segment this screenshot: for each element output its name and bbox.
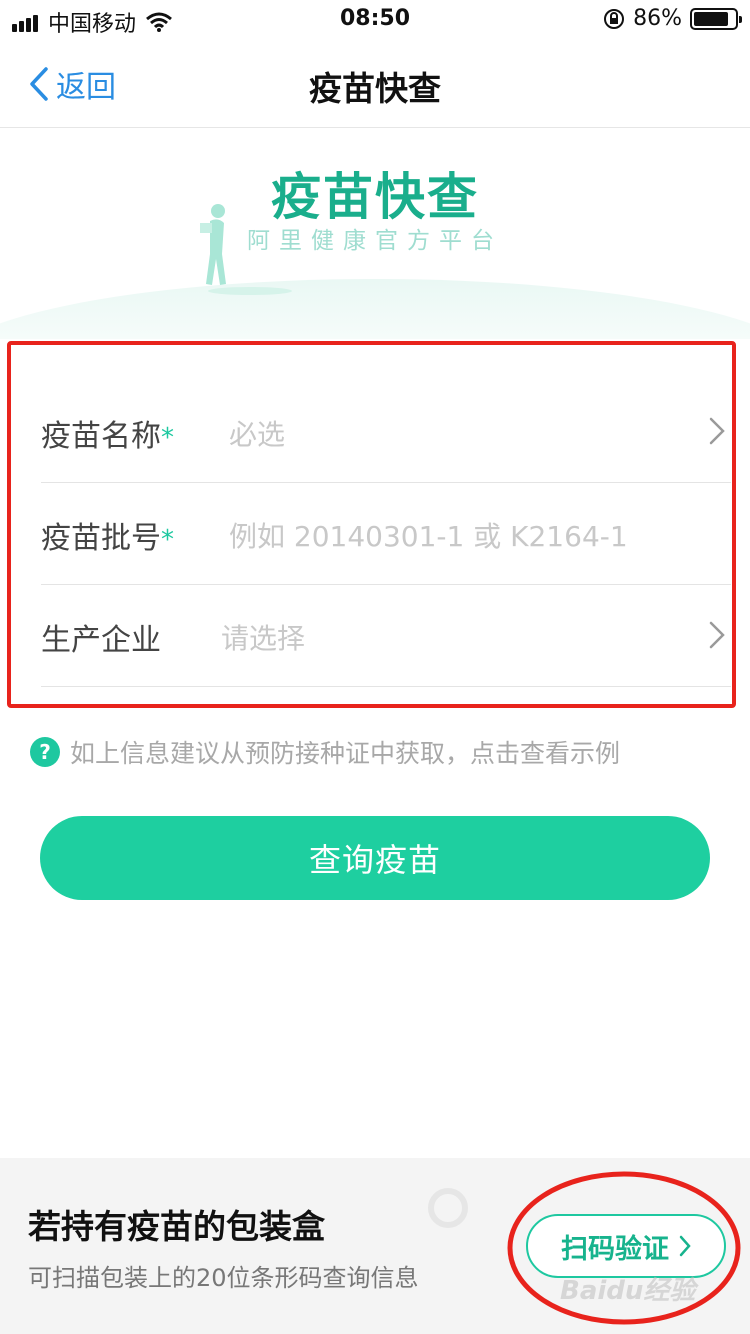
hero-banner: 疫苗快查 阿里健康官方平台 bbox=[0, 129, 750, 339]
orientation-lock-icon bbox=[604, 8, 625, 29]
nav-bar: 返回 疫苗快查 bbox=[0, 40, 750, 128]
query-form: 疫苗名称* 必选 疫苗批号* 例如 20140301-1 或 K2164-1 生… bbox=[7, 341, 736, 708]
manufacturer-row[interactable]: 生产企业 请选择 bbox=[41, 585, 731, 687]
battery-fill bbox=[694, 11, 729, 26]
hero-subtitle: 阿里健康官方平台 bbox=[247, 228, 503, 254]
status-bar: 中国移动 08:50 86% bbox=[0, 0, 750, 40]
scan-banner: 若持有疫苗的包装盒 可扫描包装上的20位条形码查询信息 扫码验证 Baidu经验 bbox=[0, 1158, 750, 1334]
question-icon: ? bbox=[30, 737, 60, 767]
battery-icon bbox=[690, 7, 742, 30]
required-mark: * bbox=[161, 525, 174, 555]
batch-number-row[interactable]: 疫苗批号* 例如 20140301-1 或 K2164-1 bbox=[41, 483, 731, 585]
query-vaccine-button[interactable]: 查询疫苗 bbox=[40, 816, 710, 900]
watermark: Baidu经验 bbox=[560, 1276, 696, 1306]
required-mark: * bbox=[161, 423, 174, 453]
hint-text: 如上信息建议从预防接种证中获取，点击查看示例 bbox=[70, 739, 621, 768]
banner-title: 若持有疫苗的包装盒 bbox=[28, 1207, 325, 1246]
page-title: 疫苗快查 bbox=[309, 69, 441, 108]
batch-number-input[interactable]: 例如 20140301-1 或 K2164-1 bbox=[229, 515, 628, 555]
banner-subtitle: 可扫描包装上的20位条形码查询信息 bbox=[28, 1264, 419, 1292]
example-hint-link[interactable]: ? 如上信息建议从预防接种证中获取，点击查看示例 bbox=[30, 734, 620, 770]
batch-number-label: 疫苗批号* bbox=[41, 521, 174, 556]
chevron-right-icon bbox=[709, 621, 725, 649]
manufacturer-label: 生产企业 bbox=[41, 623, 161, 658]
vaccine-name-label: 疫苗名称* bbox=[41, 419, 174, 454]
chevron-right-icon bbox=[709, 417, 725, 445]
vaccine-name-row[interactable]: 疫苗名称* 必选 bbox=[41, 381, 731, 483]
decorative-circle bbox=[428, 1188, 468, 1228]
manufacturer-select[interactable]: 请选择 bbox=[221, 617, 305, 657]
hero-background bbox=[0, 279, 750, 339]
status-right: 86% bbox=[603, 6, 742, 31]
hero-title: 疫苗快查 bbox=[271, 168, 479, 226]
battery-percent: 86% bbox=[633, 6, 682, 31]
vaccine-name-select[interactable]: 必选 bbox=[229, 413, 285, 453]
